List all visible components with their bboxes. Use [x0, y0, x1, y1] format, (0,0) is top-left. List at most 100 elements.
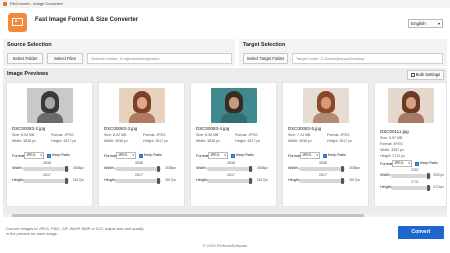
file-name: DSC00083-2.jpg	[12, 126, 46, 131]
chevron-down-icon: ▾	[132, 153, 134, 157]
slider-handle	[157, 178, 160, 184]
slider-handle	[427, 173, 430, 179]
select-files-button[interactable]: Select Files	[47, 53, 83, 64]
width-value: 3538	[135, 161, 143, 165]
slider-handle	[341, 178, 344, 184]
format-select[interactable]: JPEG ▾	[24, 152, 44, 159]
file-size: Size: 6.36 MB	[196, 133, 219, 137]
width-value: 3538	[319, 161, 327, 165]
height-slider[interactable]	[115, 178, 161, 184]
file-height: Height: 2617 px	[327, 139, 353, 143]
slider-handle	[65, 178, 68, 184]
slider-handle	[157, 166, 160, 172]
slider-handle	[249, 166, 252, 172]
check-icon: ✓	[323, 153, 327, 158]
select-target-folder-button[interactable]: Select Target Folder	[243, 53, 288, 64]
file-format: Format: JPEG	[235, 133, 258, 137]
language-select[interactable]: English ▾	[408, 19, 443, 28]
height-px: 2617px	[257, 178, 269, 182]
file-width: Width: 3538 px	[196, 139, 220, 143]
width-label: Width:	[104, 166, 115, 170]
app-title: Fast Image Format & Size Converter	[35, 17, 139, 23]
format-select[interactable]: JPEG ▾	[300, 152, 320, 159]
app-logo-icon	[8, 13, 27, 32]
width-slider[interactable]	[115, 166, 161, 172]
check-icon: ✓	[139, 153, 143, 158]
convert-button[interactable]: Convert	[398, 226, 444, 239]
image-card: DSC00083-3.jpg Size: 8.02 MB Format: JPE…	[98, 82, 185, 207]
width-slider[interactable]	[391, 173, 431, 179]
image-thumbnail	[388, 88, 434, 123]
height-slider[interactable]	[207, 178, 253, 184]
file-name: DSC00083-3.jpg	[104, 126, 138, 131]
slider-handle	[249, 178, 252, 184]
keep-ratio-checkbox[interactable]: ✓ Keep Ratio	[47, 153, 70, 158]
slider-handle	[341, 166, 344, 172]
target-panel: Target Selection Select Target Folder Ta…	[239, 39, 447, 66]
bulk-settings-label: Bulk Settings	[415, 72, 441, 77]
height-slider[interactable]	[23, 178, 69, 184]
app-header: Fast Image Format & Size Converter Engli…	[0, 8, 450, 36]
width-label: Width:	[196, 166, 207, 170]
file-size: Size: 7.14 MB	[288, 133, 311, 137]
width-value: 3357	[411, 168, 419, 172]
check-icon: ✓	[415, 161, 419, 166]
keep-ratio-checkbox[interactable]: ✓ Keep Ratio	[139, 153, 162, 158]
image-thumbnail	[211, 88, 257, 123]
file-width: Width: 3538 px	[104, 139, 128, 143]
source-panel: Source Selection Select Folder Select Fi…	[3, 39, 235, 66]
file-size: Size: 8.02 MB	[104, 133, 127, 137]
source-title: Source Selection	[7, 42, 52, 48]
file-width: Width: 3538 px	[12, 139, 36, 143]
keep-ratio-checkbox[interactable]: ✓ Keep Ratio	[231, 153, 254, 158]
chevron-down-icon: ▾	[224, 153, 226, 157]
height-value: 2711	[411, 180, 419, 184]
image-previews-panel: Image Previews Bulk Settings DSC00083-2.…	[3, 68, 447, 215]
file-height: Height: 2617 px	[235, 139, 261, 143]
select-folder-button[interactable]: Select Folder	[7, 53, 43, 64]
format-select[interactable]: JPEG ▾	[208, 152, 228, 159]
height-slider[interactable]	[391, 185, 431, 191]
file-size: Size: 5.97 MB	[380, 136, 403, 140]
selected-folder-field: Selected folder: D:/ajt/media/img/votes	[87, 53, 232, 64]
chevron-down-icon: ▾	[40, 153, 42, 157]
keep-ratio-checkbox[interactable]: ✓ Keep Ratio	[415, 161, 438, 166]
file-format: Format: JPEG	[380, 142, 403, 146]
image-card: DSC00111.jpg Size: 5.97 MB Format: JPEG …	[374, 82, 447, 207]
height-px: 2617px	[165, 178, 177, 182]
format-select[interactable]: JPEG ▾	[392, 160, 412, 167]
file-height: Height: 2711 px	[380, 154, 405, 158]
file-format: Format: JPEG	[51, 133, 74, 137]
chevron-down-icon: ▾	[437, 21, 440, 26]
file-width: Width: 3357 px	[380, 148, 404, 152]
image-card: DSC00083-5.jpg Size: 7.14 MB Format: JPE…	[282, 82, 369, 207]
format-select[interactable]: JPEG ▾	[116, 152, 136, 159]
image-thumbnail	[27, 88, 73, 123]
keep-ratio-checkbox[interactable]: ✓ Keep Ratio	[323, 153, 346, 158]
height-slider[interactable]	[299, 178, 345, 184]
width-slider[interactable]	[207, 166, 253, 172]
copyright: © 2026 PerfectaSoftware	[202, 243, 248, 248]
chevron-down-icon: ▾	[408, 161, 410, 165]
width-slider[interactable]	[23, 166, 69, 172]
width-px: 3538px	[349, 166, 361, 170]
width-slider[interactable]	[299, 166, 345, 172]
height-px: 2711px	[433, 185, 444, 189]
image-card: DSC00083-4.jpg Size: 6.36 MB Format: JPE…	[190, 82, 277, 207]
height-value: 2617	[135, 173, 143, 177]
height-value: 2617	[319, 173, 327, 177]
file-height: Height: 2617 px	[51, 139, 77, 143]
height-value: 2617	[227, 173, 235, 177]
width-label: Width:	[380, 173, 391, 177]
width-value: 3538	[227, 161, 235, 165]
image-card: DSC00083-2.jpg Size: 6.04 MB Format: JPE…	[6, 82, 93, 207]
file-format: Format: JPEG	[143, 133, 166, 137]
scrollbar-thumb[interactable]	[12, 213, 364, 217]
check-icon: ✓	[47, 153, 51, 158]
image-thumbnail	[303, 88, 349, 123]
horizontal-scrollbar[interactable]	[3, 213, 447, 217]
image-thumbnail	[119, 88, 165, 123]
bulk-settings-button[interactable]: Bulk Settings	[407, 70, 444, 80]
width-px: 3357px	[433, 173, 445, 177]
file-height: Height: 2617 px	[143, 139, 169, 143]
